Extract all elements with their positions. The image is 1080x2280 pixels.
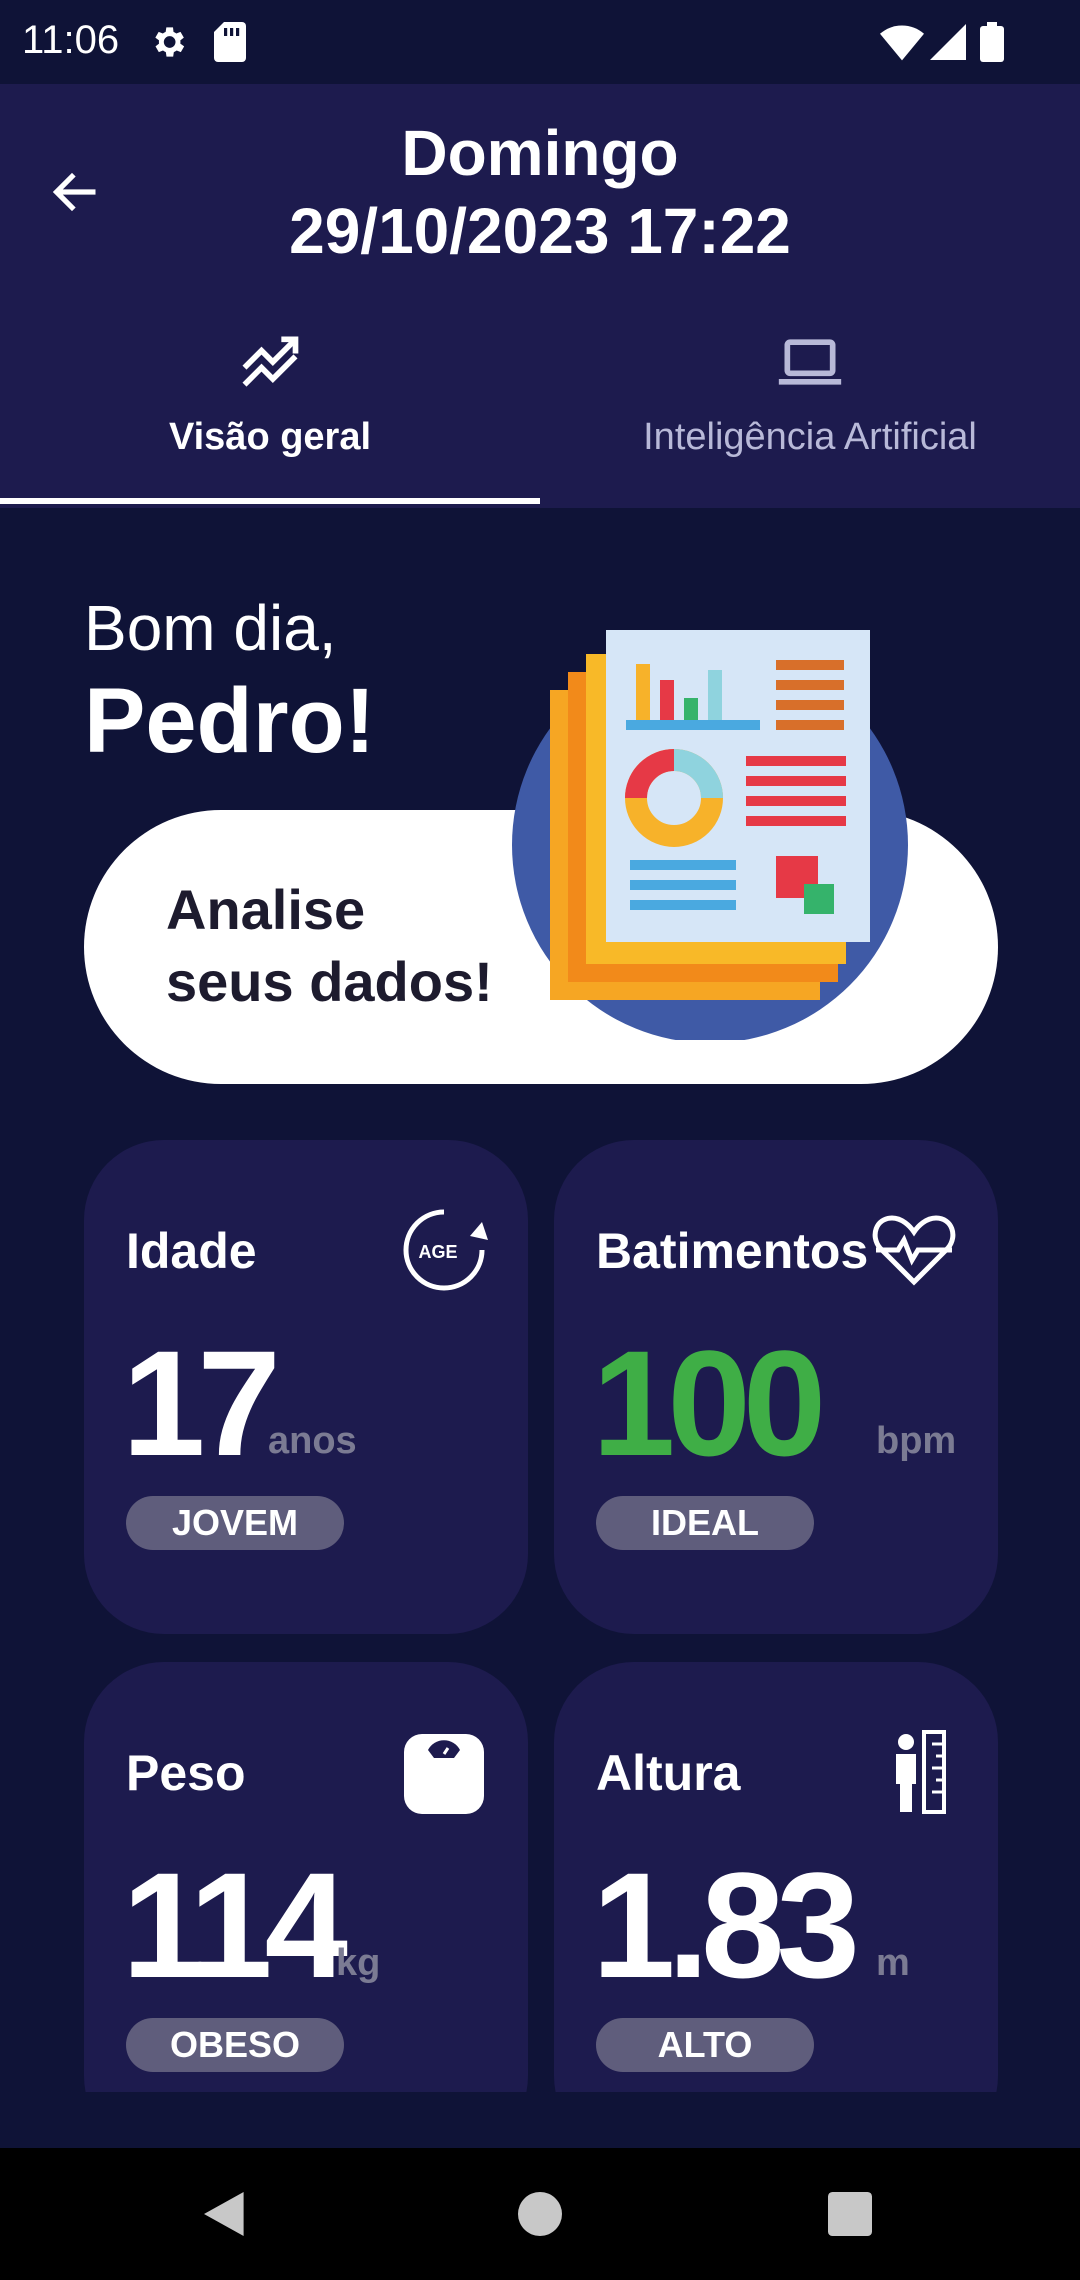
header-datetime: 29/10/2023 17:22 [289,195,791,267]
report-documents-illustration [512,630,908,1040]
height-icon [896,1730,946,1814]
page-title: Domingo 29/10/2023 17:22 [0,114,1080,270]
status-badge: IDEAL [596,1496,814,1550]
content-clip [0,2092,1080,2148]
tab-label: Visão geral [168,416,372,458]
card-age[interactable]: Idade AGE 17 anos JOVEM [84,1140,528,1634]
sd-card-icon [214,22,246,67]
card-title: Batimentos [596,1223,869,1279]
laptop-icon [776,328,844,396]
banner-text: Analise seus dados! [166,874,493,1018]
battery-icon [980,22,1004,67]
gear-icon [148,22,188,67]
age-icon: AGE [403,1209,488,1291]
card-unit: kg [336,1942,381,1984]
wifi-icon [880,22,924,67]
tab-overview[interactable]: Visão geral [0,328,540,508]
card-heart-rate[interactable]: Batimentos 100 bpm IDEAL [554,1140,998,1634]
home-circle-icon [518,2192,562,2236]
back-triangle-icon [204,2192,244,2236]
card-weight[interactable]: Peso 114 kg OBESO [84,1662,528,2156]
tab-indicator [0,498,540,504]
header-day: Domingo [401,117,679,189]
card-title: Idade [126,1223,257,1279]
heartbeat-icon [872,1215,956,1286]
card-unit: bpm [876,1420,957,1462]
tab-ai[interactable]: Inteligência Artificial [540,328,1080,508]
card-value: 1.83 [592,1841,860,2009]
greeting-salutation: Bom dia, [84,592,337,664]
banner-line2: seus dados! [166,950,493,1013]
trend-chart-icon [236,328,304,396]
nav-home-button[interactable] [510,2184,570,2244]
card-value: 17 [122,1319,281,1487]
nav-back-button[interactable] [196,2184,256,2244]
card-title: Altura [596,1745,741,1801]
card-title: Peso [126,1745,246,1801]
greeting: Bom dia, Pedro! [84,590,375,776]
status-time: 11:06 [22,18,120,62]
status-badge: OBESO [126,2018,344,2072]
app-bar: Domingo 29/10/2023 17:22 Visão geral Int… [0,84,1080,508]
status-badge: ALTO [596,2018,814,2072]
signal-icon [930,22,966,67]
banner-line1: Analise [166,878,366,941]
card-value: 114 [122,1841,348,2009]
card-value: 100 [592,1319,826,1487]
status-badge: JOVEM [126,1496,344,1550]
age-icon-label: AGE [418,1242,457,1262]
nav-recents-button[interactable] [820,2184,880,2244]
card-height[interactable]: Altura 1.83 m ALTO [554,1662,998,2156]
tab-label: Inteligência Artificial [643,416,977,458]
status-bar: 11:06 [0,0,1080,84]
scale-icon [404,1734,484,1814]
card-unit: anos [268,1420,357,1462]
card-unit: m [876,1942,910,1984]
system-nav-bar [0,2148,1080,2280]
greeting-name: Pedro! [84,670,376,772]
recents-square-icon [828,2192,872,2236]
